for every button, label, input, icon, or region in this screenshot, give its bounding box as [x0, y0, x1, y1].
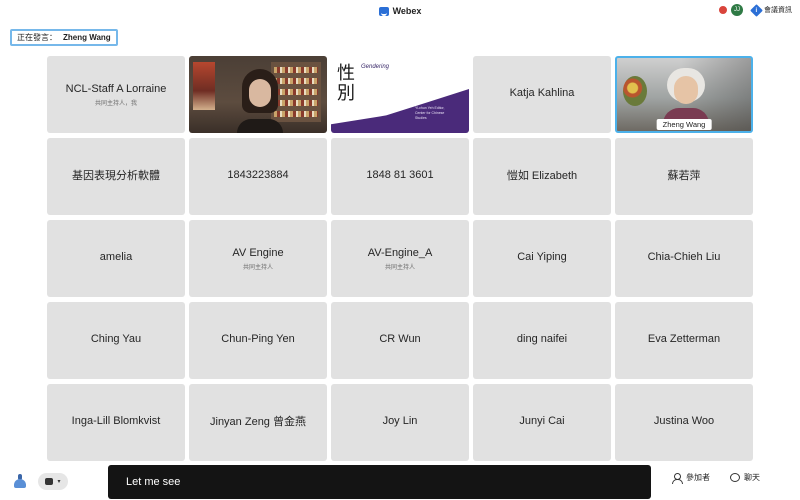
wall-painting — [193, 62, 215, 110]
reactions-button[interactable]: ▾ — [38, 473, 68, 490]
participant-name: 基因表現分析軟體 — [72, 170, 160, 182]
slide-title: Gendering — [361, 64, 390, 70]
video-name-label: Zheng Wang — [656, 119, 712, 130]
participant-name: 愷如 Elizabeth — [506, 170, 578, 182]
participant-name: Joy Lin — [382, 415, 418, 427]
participant-name: amelia — [99, 251, 133, 263]
participant-tile[interactable]: 蘇若萍 — [615, 138, 753, 215]
participant-name: Eva Zetterman — [647, 333, 721, 345]
avatar[interactable]: JJ — [731, 4, 743, 16]
participant-name: AV-Engine_A — [367, 246, 433, 259]
participant-name: Inga-Lill Blomkvist — [71, 415, 161, 427]
participant-tile[interactable]: 基因表現分析軟體 — [47, 138, 185, 215]
participant-tile[interactable]: NCL-Staff A Lorraine 共同主持人，我 — [47, 56, 185, 133]
chat-icon — [730, 473, 740, 482]
title-right-controls: JJ i 會議資訊 — [718, 3, 792, 17]
bottom-right-controls: 參加者 聊天 — [672, 472, 760, 484]
participant-tile[interactable]: 1843223884 — [189, 138, 327, 215]
participant-role: 共同主持人 — [384, 264, 415, 271]
caption-text: Let me see — [126, 476, 181, 488]
participants-button[interactable]: 參加者 — [672, 472, 710, 484]
meeting-info-button[interactable]: i 會議資訊 — [750, 3, 792, 17]
chat-label: 聊天 — [744, 473, 760, 482]
slide-calligraphy: 性別 — [337, 63, 355, 104]
participant-grid: NCL-Staff A Lorraine 共同主持人，我 性別 Genderin… — [47, 56, 753, 461]
participant-video-tile-active[interactable]: Zheng Wang — [615, 56, 753, 133]
participants-label: 參加者 — [686, 473, 710, 482]
participant-name: ding naifei — [516, 333, 568, 345]
participant-role: 共同主持人，我 — [94, 100, 137, 107]
participant-tile[interactable]: CR Wun — [331, 302, 469, 379]
participant-name: 1843223884 — [227, 169, 289, 181]
participant-name: Junyi Cai — [519, 415, 565, 427]
participant-name: 蘇若萍 — [667, 170, 701, 182]
participant-tile[interactable]: amelia — [47, 220, 185, 297]
participant-tile[interactable]: 愷如 Elizabeth — [473, 138, 611, 215]
closed-caption: Let me see — [108, 465, 651, 499]
participant-tile[interactable]: Katja Kahlina — [473, 56, 611, 133]
participant-tile[interactable]: Eva Zetterman — [615, 302, 753, 379]
people-icon — [672, 472, 683, 484]
message-icon — [45, 478, 54, 485]
participant-name: Justina Woo — [653, 415, 715, 427]
participant-tile[interactable]: Chia-Chieh Liu — [615, 220, 753, 297]
bottom-bar: ▾ Let me see 參加者 聊天 — [0, 460, 800, 500]
participant-tile[interactable]: Junyi Cai — [473, 384, 611, 461]
participant-name: 1848 81 3601 — [366, 169, 434, 181]
participant-tile[interactable]: 1848 81 3601 — [331, 138, 469, 215]
chevron-down-icon: ▾ — [57, 479, 61, 485]
participant-role: 共同主持人 — [242, 264, 273, 271]
active-speaker-label: 正在發言： — [17, 33, 57, 42]
shared-slide-tile[interactable]: 性別 Gendering Yi-chun Yeh Editor, Center … — [331, 56, 469, 133]
participant-name: Katja Kahlina — [509, 87, 575, 99]
participant-name: NCL-Staff A Lorraine — [65, 82, 167, 95]
participant-name: Cai Yiping — [517, 251, 567, 263]
participant-tile[interactable]: Chun-Ping Yen — [189, 302, 327, 379]
participant-tile[interactable]: Inga-Lill Blomkvist — [47, 384, 185, 461]
participant-video-person — [663, 68, 709, 124]
participant-tile[interactable]: ding naifei — [473, 302, 611, 379]
info-icon: i — [750, 3, 763, 17]
participant-tile[interactable]: AV Engine 共同主持人 — [189, 220, 327, 297]
app-title: Webex — [378, 6, 422, 16]
participant-name: Ching Yau — [90, 333, 142, 345]
participant-name: CR Wun — [379, 333, 421, 345]
participant-name: Chun-Ping Yen — [221, 333, 295, 345]
participant-name: AV Engine — [232, 246, 284, 259]
participant-name: Jinyan Zeng 曾金燕 — [210, 416, 306, 428]
app-title-text: Webex — [392, 6, 422, 16]
participant-tile[interactable]: Cai Yiping — [473, 220, 611, 297]
participant-video-person — [237, 69, 283, 133]
meeting-info-label: 會議資訊 — [764, 7, 792, 14]
flower-vase — [623, 76, 647, 106]
webex-logo-icon — [378, 6, 389, 16]
webex-assistant-icon[interactable] — [14, 474, 26, 488]
participant-tile[interactable]: AV-Engine_A 共同主持人 — [331, 220, 469, 297]
slide-presenter-text: Yi-chun Yeh Editor, Center for Chinese S… — [415, 106, 445, 120]
recording-indicator-icon — [718, 5, 728, 15]
active-speaker-name: Zheng Wang — [63, 33, 111, 42]
participant-tile[interactable]: Ching Yau — [47, 302, 185, 379]
participant-tile[interactable]: Joy Lin — [331, 384, 469, 461]
chat-button[interactable]: 聊天 — [730, 472, 760, 483]
participant-tile[interactable]: Jinyan Zeng 曾金燕 — [189, 384, 327, 461]
participant-tile[interactable]: Justina Woo — [615, 384, 753, 461]
active-speaker-badge: 正在發言： Zheng Wang — [10, 29, 118, 46]
participant-video-tile[interactable] — [189, 56, 327, 133]
title-bar: Webex JJ i 會議資訊 — [0, 0, 800, 22]
participant-name: Chia-Chieh Liu — [647, 251, 721, 263]
